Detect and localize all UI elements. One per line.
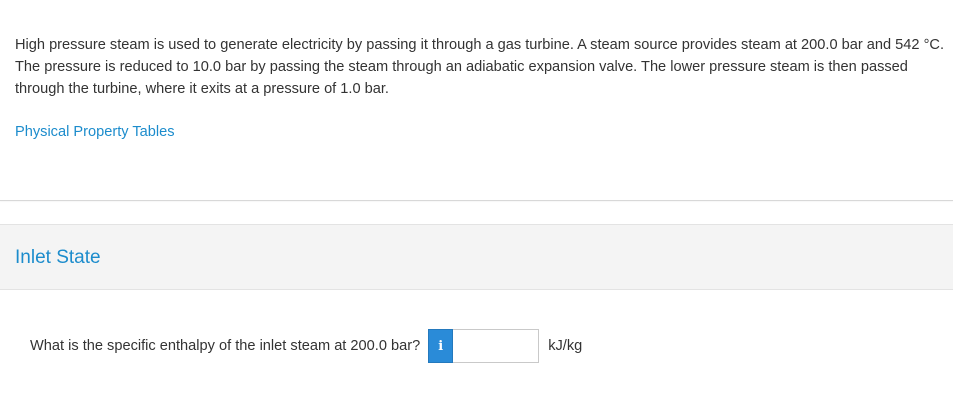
question-row: What is the specific enthalpy of the inl… (30, 329, 582, 363)
unit-label: kJ/kg (548, 338, 583, 354)
physical-property-tables-link[interactable]: Physical Property Tables (15, 121, 175, 143)
question-text: What is the specific enthalpy of the inl… (30, 338, 421, 354)
problem-statement: High pressure steam is used to generate … (15, 37, 944, 97)
section-header-inlet-state: Inlet State (0, 224, 953, 290)
info-icon[interactable]: i (428, 329, 454, 363)
section-title: Inlet State (15, 247, 101, 268)
enthalpy-answer-input[interactable] (453, 329, 540, 363)
problem-card: High pressure steam is used to generate … (0, 0, 953, 201)
page: High pressure steam is used to generate … (0, 0, 953, 408)
